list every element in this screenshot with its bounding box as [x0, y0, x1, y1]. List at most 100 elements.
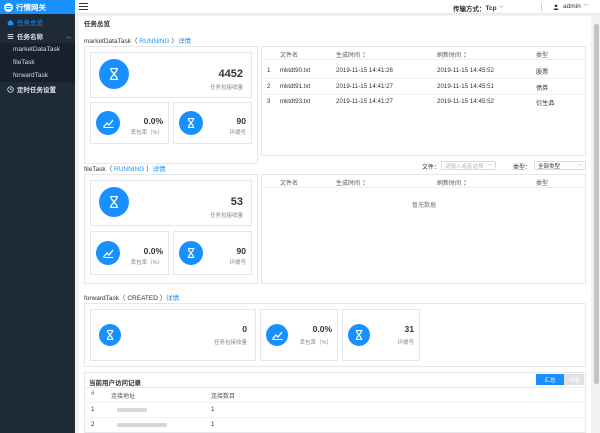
user-name: admin	[563, 3, 581, 10]
home-icon	[6, 18, 14, 26]
received-value: 0	[242, 324, 247, 334]
sidebar-item-label: forwardTask	[13, 72, 49, 79]
redacted-address	[117, 423, 167, 427]
visit-records-title: 当前用户访问记录	[89, 380, 141, 387]
ring-card: 90 环缓号	[173, 231, 252, 275]
sort-icon: ▲ ▼	[362, 49, 366, 59]
task-title-forwardtask: forwardTask（ CREATED ）详情	[84, 295, 180, 302]
col-index: #	[91, 391, 95, 397]
ring-label: 环缓号	[229, 130, 246, 136]
ring-label: 环缓号	[229, 260, 246, 266]
file-table: 文件名 生成时间 ▲ ▼ 刷新时间 ▲ ▼ 类型 暂无数据	[261, 174, 586, 284]
loss-label: 丢包率（%）	[130, 260, 163, 266]
scrollbar-thumb[interactable]	[594, 24, 599, 384]
summary-button[interactable]: 汇总	[536, 374, 564, 385]
task-detail-link[interactable]: 详情	[153, 166, 166, 173]
user-icon	[553, 3, 559, 10]
main-content: 任务总览 marketDataTask（ RUNNING ）详情 4452 任务…	[79, 16, 591, 433]
file-table: 文件名 生成时间 ▲ ▼ 刷新时间 ▲ ▼ 类型 1 mktdt90.txt 2019-…	[261, 46, 586, 156]
hourglass-icon	[348, 324, 370, 346]
loss-value: 0.0%	[312, 324, 332, 334]
chevron-down-icon: ﹀	[576, 164, 582, 170]
sidebar-item-label: 任务总览	[17, 20, 43, 27]
row-divider	[85, 417, 585, 418]
scrollbar[interactable]	[593, 16, 600, 433]
hourglass-icon	[179, 241, 203, 265]
received-label: 任务包接收量	[213, 340, 247, 346]
task-stats-panel: 53 任务包接收量 0.0% 丢包率（%） 90 环缓号	[84, 174, 258, 284]
row-divider	[85, 387, 585, 388]
task-stats-panel: 0 任务包接收量 0.0% 丢包率（%） 31 环缓号	[84, 303, 586, 367]
col-gen-time[interactable]: 生成时间 ▲ ▼	[336, 50, 366, 59]
app-name: 行情网关	[16, 2, 46, 12]
transport-value: Tcp	[485, 4, 497, 12]
task-detail-link[interactable]: 详情	[178, 38, 191, 45]
app-logo[interactable]: 行情网关	[0, 0, 75, 14]
sidebar-nav: 任务总览 任务名称 ︿ marketDataTask fileTask forw…	[0, 15, 75, 96]
task-status: CREATED	[127, 295, 158, 302]
col-type: 类型	[536, 181, 549, 187]
type-filter-select[interactable]: 全部类型 ﹀	[534, 161, 586, 170]
col-refresh-time[interactable]: 刷新时间 ▲ ▼	[437, 50, 467, 59]
list-icon	[6, 32, 14, 40]
chevron-down-icon: ﹀	[498, 5, 504, 12]
table-header: 文件名 生成时间 ▲ ▼ 刷新时间 ▲ ▼ 类型	[262, 47, 585, 60]
empty-state: 暂无数据	[412, 203, 437, 209]
loss-card: 0.0% 丢包率（%）	[90, 231, 169, 275]
task-detail-link[interactable]: 详情	[166, 295, 179, 302]
type-filter-label: 类型：	[513, 165, 532, 171]
sidebar: 行情网关 任务总览 任务名称 ︿ marketDataTask fileTask…	[0, 0, 75, 433]
chart-icon	[266, 324, 288, 346]
loss-value: 0.0%	[143, 116, 163, 126]
row-divider	[262, 78, 585, 79]
col-gen-time[interactable]: 生成时间 ▲ ▼	[336, 178, 366, 187]
ring-value: 31	[404, 324, 414, 334]
top-bar: 传输方式： Tcp ﹀ admin ﹀	[75, 0, 600, 14]
task-title-filetask: fileTask（ RUNNING ）详情	[84, 166, 166, 173]
sidebar-item-label: fileTask	[13, 59, 35, 66]
transport-label: 传输方式：	[453, 6, 486, 13]
received-value: 53	[230, 196, 243, 208]
col-refresh-time[interactable]: 刷新时间 ▲ ▼	[437, 178, 467, 187]
task-name: marketDataTask	[84, 38, 131, 45]
menu-toggle-icon[interactable]	[79, 3, 88, 10]
transport-selector[interactable]: 传输方式： Tcp ﹀	[453, 3, 504, 14]
sidebar-item-filetask[interactable]: fileTask	[0, 56, 75, 69]
received-card: 0 任务包接收量	[90, 309, 256, 361]
hourglass-icon	[99, 187, 129, 217]
ring-value: 90	[236, 116, 246, 126]
sort-icon: ▲ ▼	[362, 177, 366, 187]
received-label: 任务包接收量	[209, 85, 243, 91]
sidebar-item-task-names[interactable]: 任务名称 ︿	[0, 29, 75, 43]
user-menu[interactable]: admin ﹀	[553, 3, 589, 10]
task-status: RUNNING	[139, 38, 170, 45]
hourglass-icon	[99, 324, 121, 346]
file-filter-input[interactable]: 请输入或者选择 ﹀	[441, 161, 496, 170]
sidebar-item-overview[interactable]: 任务总览	[0, 15, 75, 29]
loss-label: 丢包率（%）	[299, 340, 332, 346]
col-file: 文件名	[280, 53, 299, 59]
task-stats-panel: 4452 任务包接收量 0.0% 丢包率（%） 90 环缓号	[84, 46, 258, 164]
row-divider	[262, 94, 585, 95]
sidebar-item-label: 定时任务设置	[17, 87, 56, 94]
sort-icon: ▲ ▼	[463, 49, 467, 59]
divider	[541, 3, 542, 11]
sidebar-item-forwardtask[interactable]: forwardTask	[0, 69, 75, 82]
task-name: forwardTask	[84, 295, 120, 302]
col-type: 类型	[536, 53, 549, 59]
hourglass-icon	[99, 59, 129, 89]
chart-icon	[96, 241, 120, 265]
sidebar-item-marketdatatask[interactable]: marketDataTask	[0, 43, 75, 56]
visit-records-panel: 当前用户访问记录 汇总 详情 # 连接地址 连接数目 1 1 2 1	[84, 372, 586, 433]
chevron-down-icon: ﹀	[486, 164, 492, 170]
received-label: 任务包接收量	[209, 213, 243, 219]
detail-button[interactable]: 详情	[564, 374, 584, 385]
ring-value: 90	[236, 246, 246, 256]
col-count: 连接数目	[211, 394, 236, 400]
loss-card: 0.0% 丢包率（%）	[90, 102, 169, 144]
sidebar-item-label: marketDataTask	[13, 46, 60, 53]
ring-label: 环缓号	[397, 340, 414, 346]
loss-card: 0.0% 丢包率（%）	[260, 309, 338, 361]
table-header: 文件名 生成时间 ▲ ▼ 刷新时间 ▲ ▼ 类型	[262, 175, 585, 188]
sidebar-item-schedule[interactable]: 定时任务设置	[0, 82, 75, 96]
